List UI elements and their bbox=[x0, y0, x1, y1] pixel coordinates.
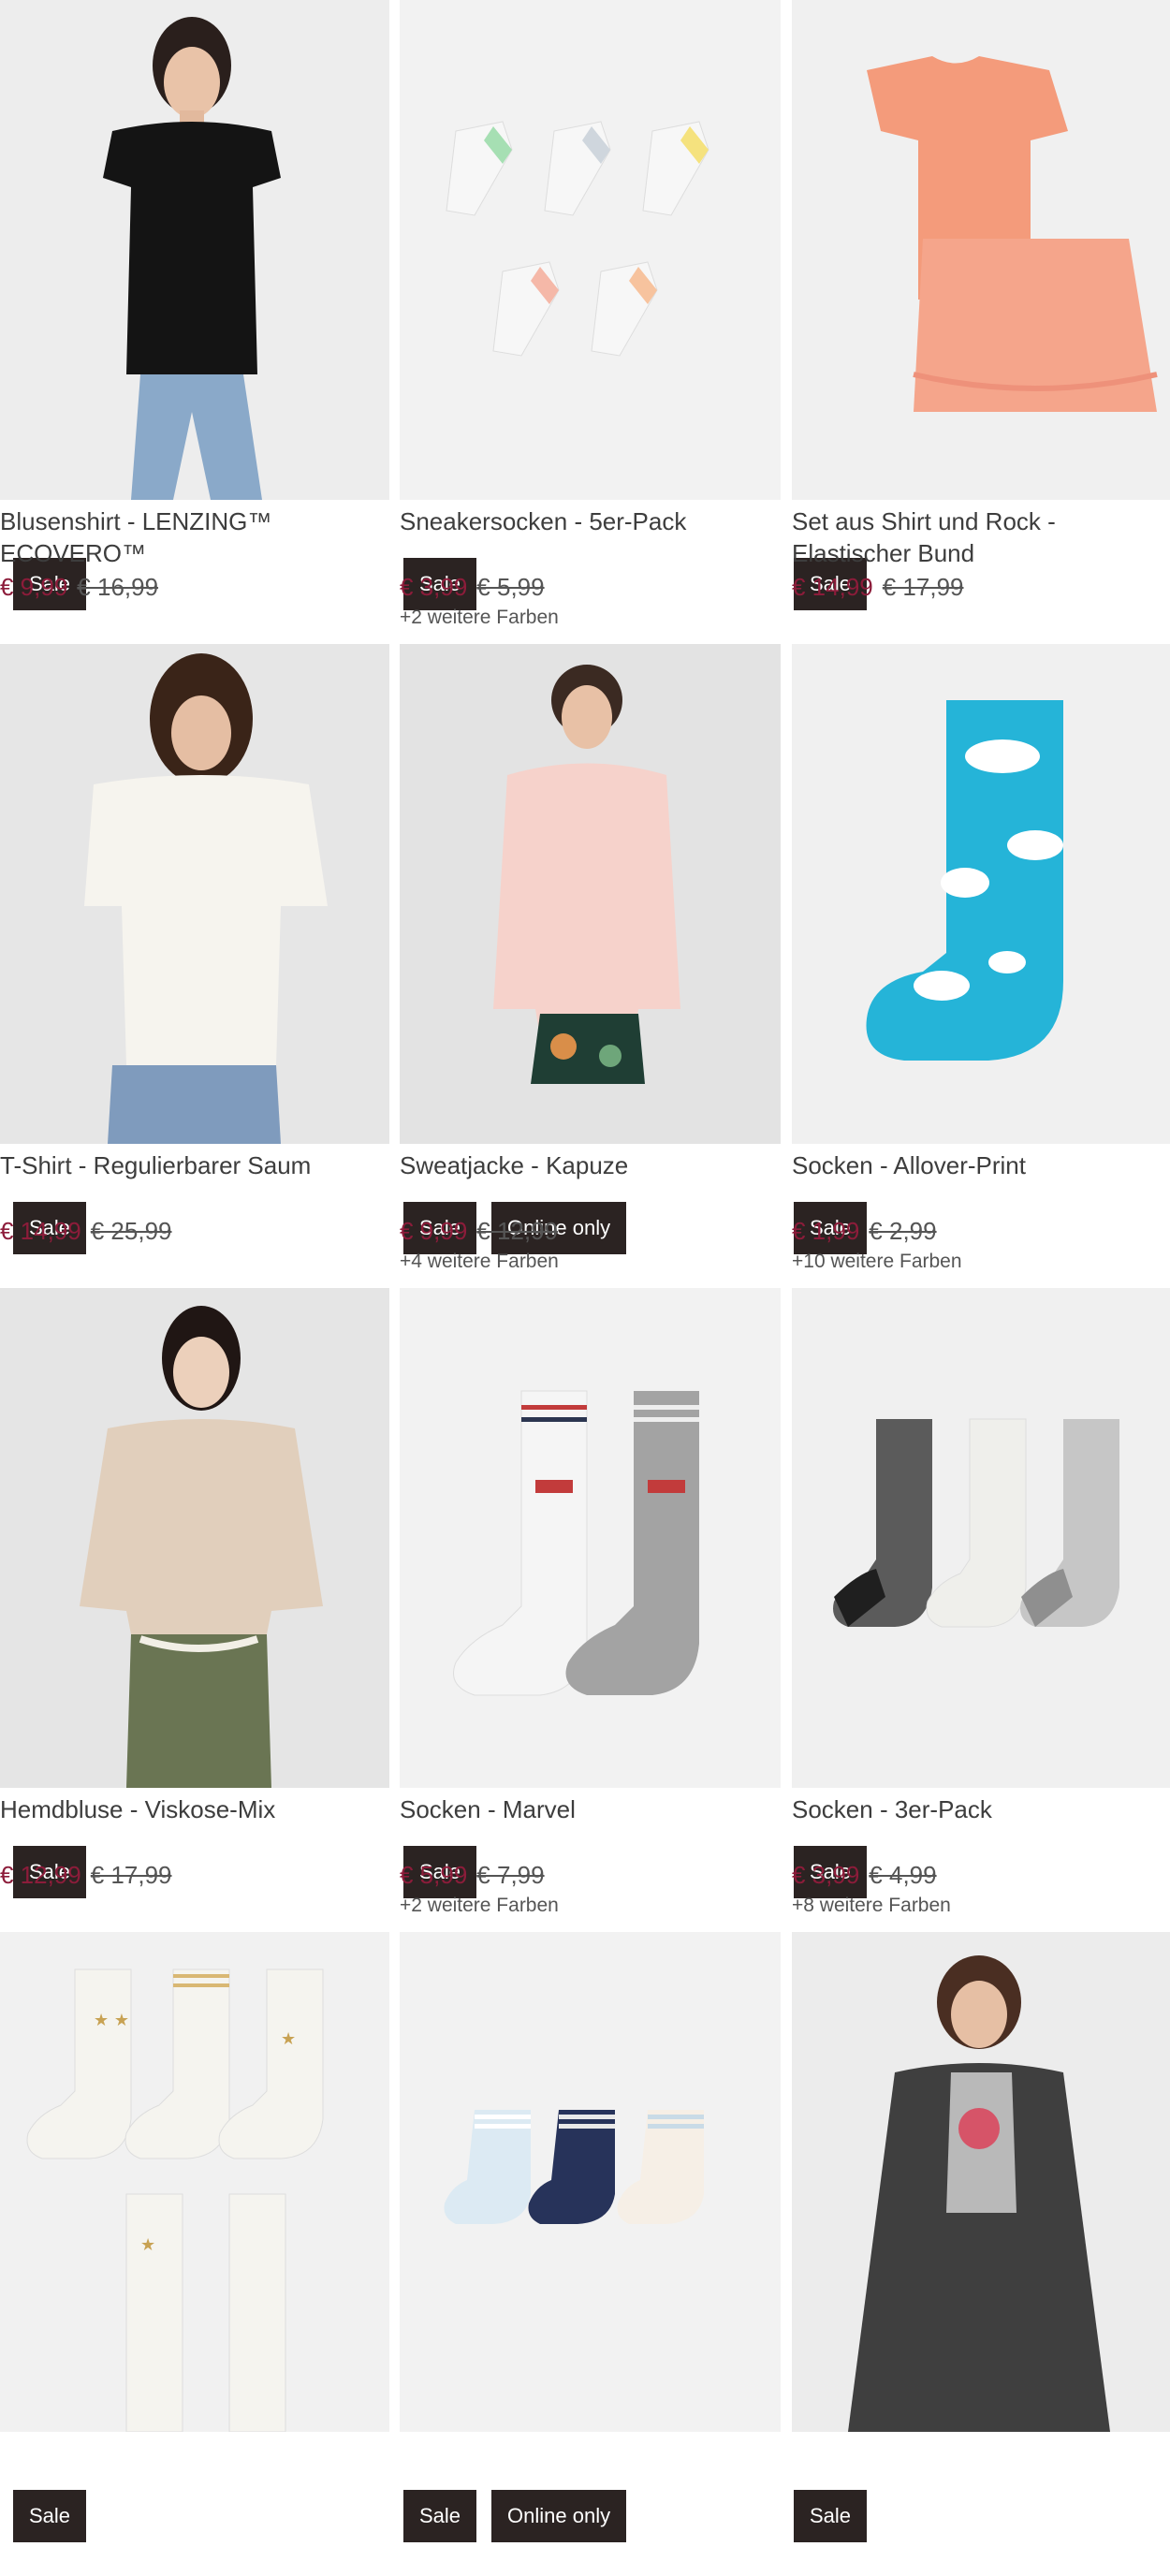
product-image[interactable] bbox=[0, 1288, 389, 1788]
product-title[interactable]: Socken - Allover-Print bbox=[792, 1149, 1170, 1213]
product-card[interactable]: Sale Sneakersocken - 5er-Pack € 3,99 € 5,… bbox=[390, 0, 781, 644]
sale-badge: Sale bbox=[794, 2490, 868, 2542]
sale-price: € 12,99 bbox=[0, 1861, 81, 1889]
sale-price: € 9,99 bbox=[0, 573, 68, 601]
product-image[interactable] bbox=[0, 0, 389, 500]
original-price: € 7,99 bbox=[476, 1861, 545, 1889]
product-card[interactable]: Sale Socken - Allover-Print € 1,99 € 2,99… bbox=[781, 644, 1170, 1288]
product-title[interactable]: Sweatjacke - Kapuze bbox=[400, 1149, 781, 1213]
svg-text:★: ★ bbox=[281, 2029, 296, 2049]
product-card[interactable]: Sale bbox=[781, 1932, 1170, 2576]
original-price: € 2,99 bbox=[869, 1217, 937, 1245]
product-title[interactable]: Blusenshirt - LENZING™ ECOVERO™ bbox=[0, 505, 390, 569]
product-card[interactable]: Sale Online only bbox=[390, 1932, 781, 2576]
svg-text:★: ★ bbox=[140, 2235, 155, 2255]
product-card[interactable]: ★ ★ ★ ★ Sale bbox=[0, 1932, 390, 2576]
badge-group: Sale Online only bbox=[403, 2490, 627, 2542]
product-title[interactable]: Sneakersocken - 5er-Pack bbox=[400, 505, 781, 569]
product-card[interactable]: Sale Socken - 3er-Pack € 3,99 € 4,99 +8 w… bbox=[781, 1288, 1170, 1932]
product-image[interactable] bbox=[400, 644, 781, 1144]
badge-group: Sale bbox=[794, 2490, 868, 2542]
more-colors[interactable]: +2 weitere Farben bbox=[400, 1895, 781, 1917]
more-colors[interactable]: +8 weitere Farben bbox=[792, 1895, 1170, 1917]
original-price: € 17,99 bbox=[90, 1861, 172, 1889]
product-card[interactable]: Sale Socken - Marvel € 5,99 € 7,99 +2 wei… bbox=[390, 1288, 781, 1932]
product-image[interactable] bbox=[792, 0, 1170, 500]
sale-price: € 14,99 bbox=[0, 1217, 81, 1245]
product-card[interactable]: Sale Hemdbluse - Viskose-Mix € 12,99 € 17… bbox=[0, 1288, 390, 1932]
more-colors[interactable]: +2 weitere Farben bbox=[400, 607, 781, 629]
sale-price: € 9,99 bbox=[400, 1217, 468, 1245]
more-colors[interactable]: +10 weitere Farben bbox=[792, 1251, 1170, 1273]
sale-badge: Sale bbox=[13, 2490, 87, 2542]
product-title[interactable]: T-Shirt - Regulierbarer Saum bbox=[0, 1149, 390, 1213]
online-only-badge: Online only bbox=[491, 2490, 627, 2542]
product-image[interactable] bbox=[792, 1288, 1170, 1788]
product-image[interactable] bbox=[400, 0, 781, 500]
sale-price: € 3,99 bbox=[792, 1861, 860, 1889]
product-image[interactable] bbox=[0, 644, 389, 1144]
sale-badge: Sale bbox=[403, 2490, 477, 2542]
product-image[interactable] bbox=[400, 1932, 781, 2432]
more-colors[interactable]: +4 weitere Farben bbox=[400, 1251, 781, 1273]
product-card[interactable]: Sale Online only Sweatjacke - Kapuze € 9… bbox=[390, 644, 781, 1288]
product-title[interactable]: Socken - Marvel bbox=[400, 1793, 781, 1857]
original-price: € 17,99 bbox=[882, 573, 964, 601]
product-image[interactable] bbox=[792, 1932, 1170, 2432]
sale-price: € 5,99 bbox=[400, 1861, 468, 1889]
original-price: € 25,99 bbox=[90, 1217, 172, 1245]
product-title[interactable]: Hemdbluse - Viskose-Mix bbox=[0, 1793, 390, 1857]
original-price: € 16,99 bbox=[77, 573, 159, 601]
original-price: € 4,99 bbox=[869, 1861, 937, 1889]
product-title[interactable]: Set aus Shirt und Rock - Elastischer Bun… bbox=[792, 505, 1170, 569]
product-image[interactable] bbox=[400, 1288, 781, 1788]
product-image[interactable] bbox=[792, 644, 1170, 1144]
sale-price: € 3,99 bbox=[400, 573, 468, 601]
original-price: € 5,99 bbox=[476, 573, 545, 601]
badge-group: Sale bbox=[13, 2490, 87, 2542]
product-card[interactable]: Sale T-Shirt - Regulierbarer Saum € 14,9… bbox=[0, 644, 390, 1288]
product-title[interactable]: Socken - 3er-Pack bbox=[792, 1793, 1170, 1857]
product-image[interactable]: ★ ★ ★ ★ bbox=[0, 1932, 389, 2432]
product-grid: Sale Blusenshirt - LENZING™ ECOVERO™ € 9… bbox=[0, 0, 1170, 2576]
sale-price: € 14,99 bbox=[792, 573, 873, 601]
product-card[interactable]: Sale Blusenshirt - LENZING™ ECOVERO™ € 9… bbox=[0, 0, 390, 644]
sale-price: € 1,99 bbox=[792, 1217, 860, 1245]
svg-text:★ ★: ★ ★ bbox=[94, 2011, 129, 2030]
original-price: € 12,99 bbox=[476, 1217, 559, 1245]
product-card[interactable]: Sale Set aus Shirt und Rock - Elastische… bbox=[781, 0, 1170, 644]
